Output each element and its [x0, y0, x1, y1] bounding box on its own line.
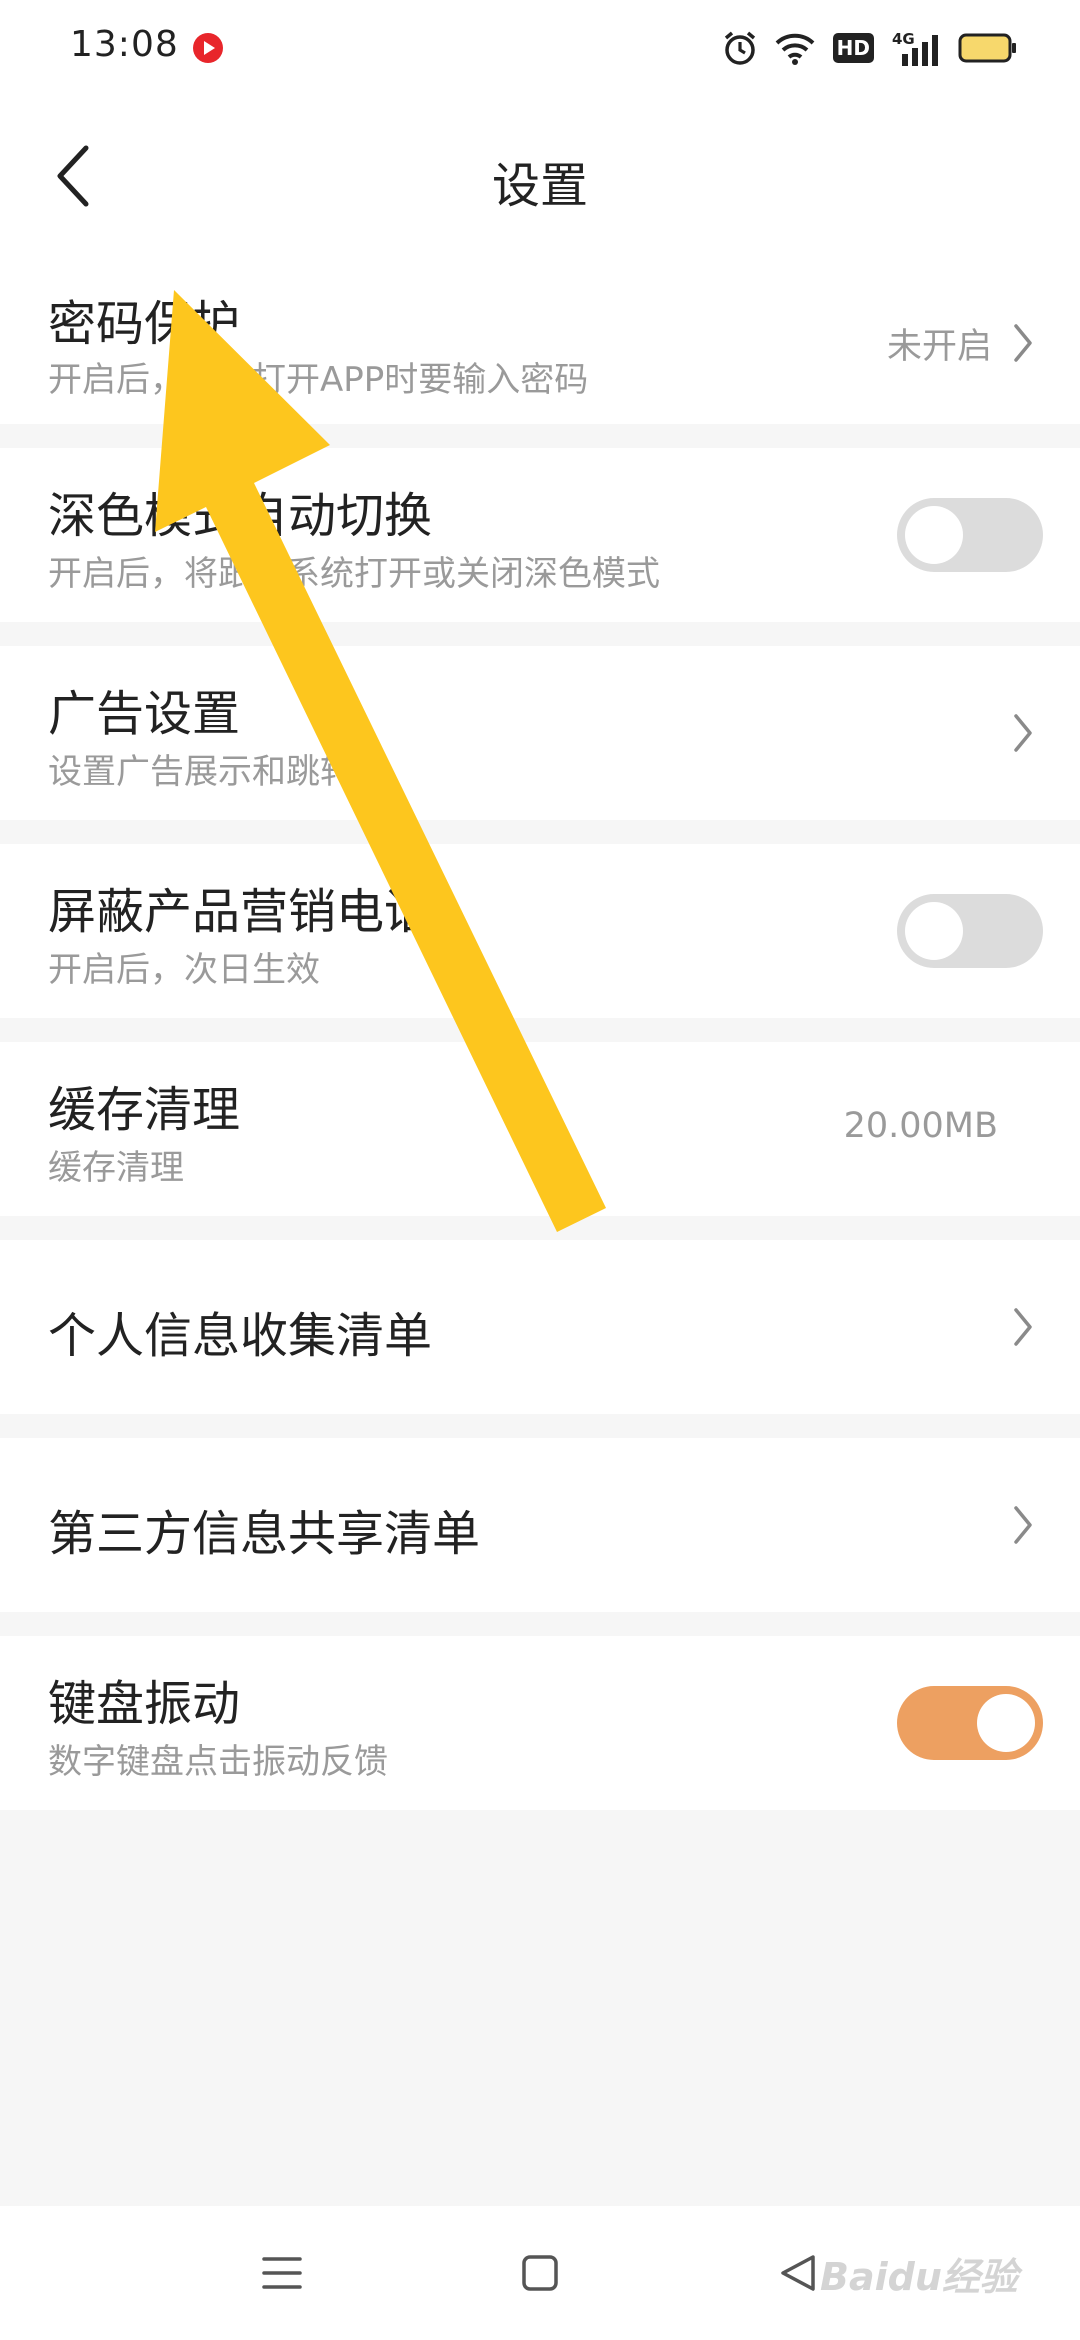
chevron-right-icon — [1014, 1308, 1032, 1346]
setting-subtitle: 缓存清理 — [48, 1148, 184, 1188]
settings-screen: 13:08 HD 4G 设置 密码保护 开启后，再次打开APP时要输入密码 未开… — [0, 0, 1080, 2340]
setting-subtitle: 数字键盘点击振动反馈 — [48, 1742, 388, 1782]
menu-icon — [262, 2257, 302, 2289]
setting-cache-cleanup[interactable]: 缓存清理 缓存清理 20.00MB — [0, 1042, 1080, 1216]
toggle-knob — [905, 506, 963, 564]
setting-ads[interactable]: 广告设置 设置广告展示和跳转 — [0, 646, 1080, 820]
setting-title: 密码保护 — [48, 296, 241, 352]
video-app-notification-icon — [193, 33, 223, 63]
signal-4g-icon: 4G — [892, 30, 940, 66]
setting-third-party-sharing-list[interactable]: 第三方信息共享清单 — [0, 1438, 1080, 1612]
block-calls-toggle[interactable] — [897, 894, 1043, 968]
setting-block-marketing-calls: 屏蔽产品营销电话 开启后，次日生效 — [0, 844, 1080, 1018]
setting-title: 广告设置 — [48, 686, 241, 742]
setting-title: 个人信息收集清单 — [48, 1308, 433, 1364]
setting-title: 缓存清理 — [48, 1082, 241, 1138]
setting-subtitle: 设置广告展示和跳转 — [48, 752, 354, 792]
toggle-knob — [977, 1694, 1035, 1752]
title-bar: 设置 — [0, 96, 1080, 260]
wifi-icon — [775, 33, 815, 65]
setting-title: 第三方信息共享清单 — [48, 1506, 481, 1562]
setting-keyboard-vibration: 键盘振动 数字键盘点击振动反馈 — [0, 1636, 1080, 1810]
dark-mode-toggle[interactable] — [897, 498, 1043, 572]
nav-home-button[interactable] — [480, 2206, 600, 2340]
baidu-watermark: Baidu经验 — [820, 2255, 1018, 2299]
status-time: 13:08 — [70, 24, 179, 65]
setting-title: 键盘振动 — [48, 1676, 241, 1732]
battery-icon — [958, 33, 1016, 63]
setting-subtitle: 开启后，再次打开APP时要输入密码 — [48, 360, 589, 400]
setting-title: 屏蔽产品营销电话 — [48, 884, 433, 940]
keyboard-vibration-toggle[interactable] — [897, 1686, 1043, 1760]
alarm-icon — [724, 31, 755, 65]
chevron-right-icon — [1014, 714, 1032, 752]
toggle-knob — [905, 902, 963, 960]
setting-value: 未开启 — [886, 327, 992, 367]
back-triangle-icon — [781, 2255, 815, 2291]
setting-title: 深色模式自动切换 — [48, 488, 433, 544]
cache-size-value: 20.00MB — [843, 1106, 998, 1146]
nav-menu-button[interactable] — [222, 2206, 342, 2340]
status-bar: 13:08 HD 4G — [0, 0, 1080, 96]
home-square-icon — [522, 2255, 558, 2291]
setting-subtitle: 开启后，将跟随系统打开或关闭深色模式 — [48, 554, 660, 594]
setting-dark-mode-auto: 深色模式自动切换 开启后，将跟随系统打开或关闭深色模式 — [0, 448, 1080, 622]
setting-password-protection[interactable]: 密码保护 开启后，再次打开APP时要输入密码 未开启 — [0, 260, 1080, 424]
chevron-right-icon — [1014, 1506, 1032, 1544]
page-title: 设置 — [491, 158, 588, 214]
hd-icon: HD — [832, 33, 874, 63]
status-icons: HD 4G — [723, 26, 1018, 70]
setting-personal-info-list[interactable]: 个人信息收集清单 — [0, 1240, 1080, 1414]
chevron-right-icon — [1014, 324, 1032, 362]
setting-subtitle: 开启后，次日生效 — [48, 950, 320, 990]
